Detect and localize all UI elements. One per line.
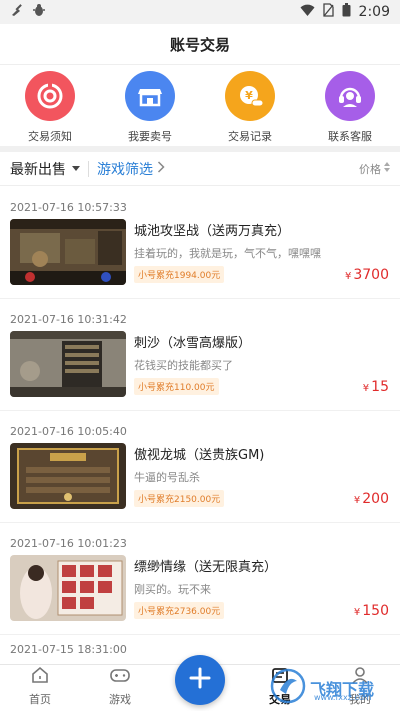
recharge-badge: 小号累充1994.00元 bbox=[134, 266, 225, 283]
sort-label: 最新出售 bbox=[10, 161, 66, 178]
listing-description: 刚买的。玩不来 bbox=[134, 583, 211, 596]
listing-title: 傲视龙城（送贵族GM) bbox=[134, 448, 265, 463]
chevron-right-icon bbox=[157, 160, 165, 177]
recharge-badge: 小号累充110.00元 bbox=[134, 378, 219, 395]
watermark-logo-icon bbox=[270, 668, 306, 708]
listing-description: 挂着玩的，我就是玩，气不气，嘿嘿嘿 bbox=[134, 247, 321, 260]
page-title: 账号交易 bbox=[169, 35, 230, 54]
shortcut-label: 我要卖号 bbox=[128, 130, 172, 143]
listing-description: 花钱买的技能都买了 bbox=[134, 359, 233, 372]
filter-divider bbox=[88, 160, 89, 177]
nav-games[interactable]: 游戏 bbox=[80, 665, 160, 711]
headset-icon bbox=[325, 71, 375, 121]
game-screenshot-3 bbox=[10, 443, 126, 509]
plus-icon bbox=[188, 666, 212, 694]
game-filter-button[interactable]: 游戏筛选 bbox=[97, 159, 165, 179]
nav-label: 首页 bbox=[29, 693, 51, 706]
listing-title: 城池攻坚战（送两万真充） bbox=[134, 224, 291, 239]
game-screenshot-2 bbox=[10, 331, 126, 397]
home-icon bbox=[30, 665, 50, 689]
listing-date: 2021-07-16 10:57:33 bbox=[10, 201, 127, 214]
sort-dropdown[interactable]: 最新出售 bbox=[10, 159, 80, 179]
shortcut-label: 联系客服 bbox=[328, 130, 372, 143]
list-item[interactable]: 2021-07-16 10:01:23 缥缈情缘（送无限真充） 刚买的。玩不来 … bbox=[0, 523, 400, 635]
shortcut-label: 交易须知 bbox=[28, 130, 72, 143]
watermark: 飞翔下载 www.fxxz.com bbox=[270, 668, 396, 708]
sort-arrows-icon bbox=[384, 162, 390, 175]
shortcut-label: 交易记录 bbox=[228, 130, 272, 143]
filter-bar: 最新出售 游戏筛选 价格 bbox=[0, 152, 400, 186]
listing-date: 2021-07-16 10:31:42 bbox=[10, 313, 127, 326]
title-bar: 账号交易 bbox=[0, 24, 400, 64]
coin-icon: ¥ bbox=[225, 71, 275, 121]
recharge-badge: 小号累充2736.00元 bbox=[134, 602, 225, 619]
add-listing-button[interactable] bbox=[175, 655, 225, 705]
shortcut-grid: 交易须知 我要卖号 ¥ 交易记录 联系客服 bbox=[0, 64, 400, 146]
svg-text:¥: ¥ bbox=[245, 89, 253, 102]
battery-icon bbox=[342, 3, 351, 21]
listing-description: 牛逼的号乱杀 bbox=[134, 471, 200, 484]
shortcut-trade-records[interactable]: ¥ 交易记录 bbox=[205, 71, 295, 144]
game-filter-label: 游戏筛选 bbox=[97, 161, 153, 178]
listing-date: 2021-07-15 18:31:00 bbox=[10, 643, 127, 656]
gamepad-icon bbox=[109, 665, 131, 689]
nav-label: 游戏 bbox=[109, 693, 131, 706]
game-screenshot-4 bbox=[10, 555, 126, 621]
nav-home[interactable]: 首页 bbox=[0, 665, 80, 711]
list-item[interactable]: 2021-07-16 10:31:42 刺沙（冰雪高爆版） 花钱买的技能都买了 … bbox=[0, 299, 400, 411]
status-bar: 2:09 bbox=[0, 0, 400, 24]
wifi-icon bbox=[300, 4, 315, 21]
list-item[interactable]: 2021-07-16 10:57:33 城池攻坚战（送两万真充） 挂着玩的，我就… bbox=[0, 187, 400, 299]
listing-price: ¥200 bbox=[353, 491, 389, 507]
caret-down-icon bbox=[72, 166, 80, 171]
store-icon bbox=[125, 71, 175, 121]
listing-price: ¥150 bbox=[353, 603, 389, 619]
watermark-url: www.fxxz.com bbox=[314, 693, 372, 702]
no-sim-icon bbox=[322, 3, 334, 21]
listing-date: 2021-07-16 10:01:23 bbox=[10, 537, 127, 550]
broom-icon bbox=[10, 3, 24, 21]
listing-price: ¥15 bbox=[362, 379, 389, 395]
listing-price: ¥3700 bbox=[344, 267, 389, 283]
target-icon bbox=[25, 71, 75, 121]
listing-list: 2021-07-16 10:57:33 城池攻坚战（送两万真充） 挂着玩的，我就… bbox=[0, 187, 400, 635]
status-time: 2:09 bbox=[358, 4, 390, 20]
list-item[interactable]: 2021-07-16 10:05:40 傲视龙城（送贵族GM) 牛逼的号乱杀 小… bbox=[0, 411, 400, 523]
price-sort-button[interactable]: 价格 bbox=[359, 161, 390, 177]
listing-title: 缥缈情缘（送无限真充） bbox=[134, 560, 278, 575]
shortcut-trade-notice[interactable]: 交易须知 bbox=[5, 71, 95, 144]
game-screenshot-1 bbox=[10, 219, 126, 285]
price-sort-label: 价格 bbox=[359, 162, 381, 176]
listing-title: 刺沙（冰雪高爆版） bbox=[134, 336, 252, 351]
shortcut-customer-service[interactable]: 联系客服 bbox=[305, 71, 395, 144]
recharge-badge: 小号累充2150.00元 bbox=[134, 490, 225, 507]
listing-date: 2021-07-16 10:05:40 bbox=[10, 425, 127, 438]
shortcut-sell-account[interactable]: 我要卖号 bbox=[105, 71, 195, 144]
bug-icon bbox=[32, 3, 46, 21]
